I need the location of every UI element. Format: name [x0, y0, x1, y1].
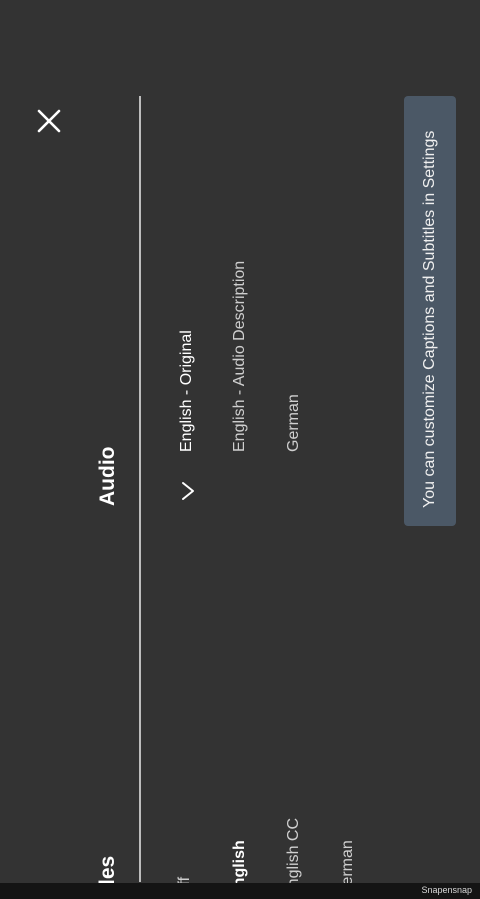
audio-subtitles-panel: Audio les English - Original English - A…: [0, 0, 480, 899]
toast-message: You can customize Captions and Subtitles…: [421, 130, 438, 508]
panel-divider: [139, 96, 141, 882]
footer-bar: Snapensnap: [0, 883, 480, 899]
close-button[interactable]: [36, 108, 62, 134]
audio-heading: Audio: [96, 446, 119, 506]
audio-option-german[interactable]: German: [285, 394, 303, 452]
checkmark-icon: [178, 480, 200, 502]
audio-option-english-original[interactable]: English - Original: [178, 330, 196, 452]
close-icon: [37, 109, 61, 133]
audio-option-english-audio-description[interactable]: English - Audio Description: [231, 261, 249, 452]
subtitles-heading: les: [96, 855, 119, 885]
watermark-text: Snapensnap: [421, 885, 472, 895]
